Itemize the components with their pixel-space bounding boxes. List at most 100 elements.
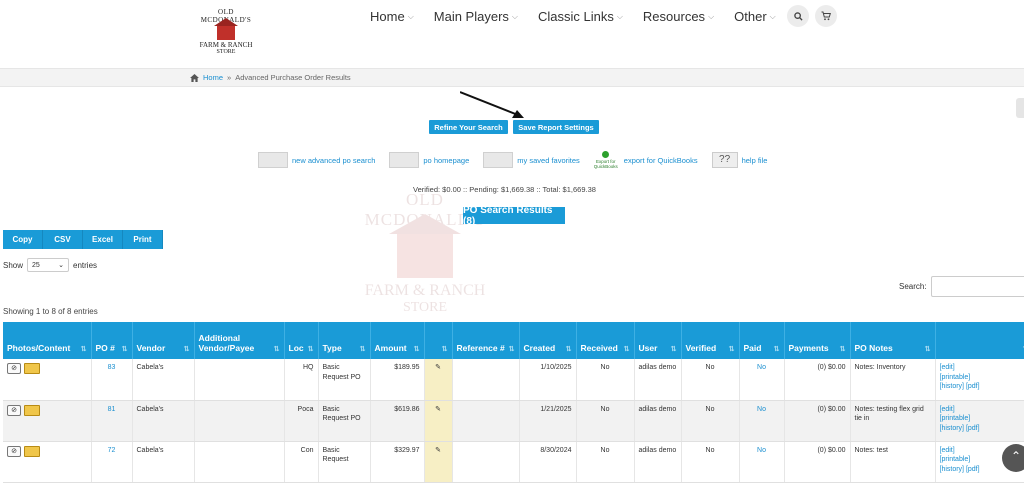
po-homepage-link[interactable]: po homepage (423, 156, 469, 165)
received-cell: No (576, 441, 634, 482)
col-user[interactable]: User⇅ (634, 322, 681, 359)
col-paid[interactable]: Paid⇅ (739, 322, 784, 359)
logo-text-middle: FARM & RANCH (196, 41, 256, 49)
po-number-link[interactable]: 83 (91, 359, 132, 400)
col-received[interactable]: Received⇅ (576, 322, 634, 359)
save-report-settings-button[interactable]: Save Report Settings (513, 120, 599, 134)
no-photo-icon[interactable]: ⊘ (7, 363, 21, 374)
nav-main-players[interactable]: Main Players⌵ (424, 9, 528, 24)
show-label: Show (3, 261, 23, 270)
amount-cell: $189.95 (370, 359, 424, 400)
paid-link[interactable]: No (739, 400, 784, 441)
print-button[interactable]: Print (123, 230, 163, 249)
new-advanced-po-search-link[interactable]: new advanced po search (292, 156, 375, 165)
col-type[interactable]: Type⇅ (318, 322, 370, 359)
scroll-to-top-button[interactable]: ⌃ (1002, 444, 1024, 472)
amount-cell: $329.97 (370, 441, 424, 482)
edit-link[interactable]: [edit] (940, 363, 1024, 373)
notes-cell: Notes: test (850, 441, 935, 482)
help-icon[interactable]: ?? (712, 152, 738, 168)
side-panel-tab[interactable] (1016, 98, 1024, 118)
export-quickbooks-link[interactable]: export for QuickBooks (624, 156, 698, 165)
loc-cell: Poca (284, 400, 318, 441)
verified-cell: No (681, 359, 739, 400)
page-length-select[interactable]: 25⌄ (27, 258, 69, 272)
po-number-link[interactable]: 72 (91, 441, 132, 482)
edit-link[interactable]: [edit] (940, 405, 1024, 415)
cart-button[interactable] (815, 5, 837, 27)
col-payments[interactable]: Payments⇅ (784, 322, 850, 359)
col-po-notes[interactable]: PO Notes⇅ (850, 322, 935, 359)
col-loc[interactable]: Loc⇅ (284, 322, 318, 359)
po-results-table: Photos/Content⇅ PO #⇅ Vendor⇅ Additional… (3, 322, 1024, 483)
nav-home[interactable]: Home⌵ (360, 9, 424, 24)
entries-label: entries (73, 261, 97, 270)
pencil-icon[interactable]: ✎ (435, 447, 441, 454)
pencil-icon[interactable]: ✎ (435, 364, 441, 371)
col-verified[interactable]: Verified⇅ (681, 322, 739, 359)
no-photo-icon[interactable]: ⊘ (7, 405, 21, 416)
barn-icon (217, 26, 235, 40)
history-pdf-link[interactable]: [history] [pdf] (940, 424, 1024, 434)
breadcrumb-home-link[interactable]: Home (203, 73, 223, 82)
verified-cell: No (681, 441, 739, 482)
copy-button[interactable]: Copy (3, 230, 43, 249)
col-reference[interactable]: Reference #⇅ (452, 322, 519, 359)
col-flag[interactable]: ⇅ (424, 322, 452, 359)
flag-cell[interactable]: ✎ (424, 441, 452, 482)
created-cell: 1/10/2025 (519, 359, 576, 400)
po-homepage-thumbnail-icon[interactable] (389, 152, 419, 168)
amount-cell: $619.86 (370, 400, 424, 441)
export-toolbar: Copy CSV Excel Print (3, 230, 163, 249)
vendor-cell: Cabela's (132, 441, 194, 482)
new-search-thumbnail-icon[interactable] (258, 152, 288, 168)
po-number-link[interactable]: 81 (91, 400, 132, 441)
pencil-icon[interactable]: ✎ (435, 406, 441, 413)
quickbooks-icon[interactable]: Export for QuickBooks (594, 151, 618, 169)
excel-button[interactable]: Excel (83, 230, 123, 249)
saved-favorites-link[interactable]: my saved favorites (517, 156, 580, 165)
history-pdf-link[interactable]: [history] [pdf] (940, 382, 1024, 392)
loc-cell: HQ (284, 359, 318, 400)
chevron-down-icon: ⌵ (512, 12, 518, 22)
nav-other[interactable]: Other⌵ (724, 9, 786, 24)
folder-icon[interactable] (24, 446, 40, 457)
col-vendor[interactable]: Vendor⇅ (132, 322, 194, 359)
nav-resources[interactable]: Resources⌵ (633, 9, 724, 24)
chevron-down-icon: ⌄ (58, 261, 64, 269)
chevron-down-icon: ⌵ (770, 12, 776, 22)
chevron-down-icon: ⌵ (617, 12, 623, 22)
additional-vendor-cell (194, 359, 284, 400)
site-logo[interactable]: OLD MCDONALD'S FARM & RANCH STORE (196, 8, 256, 52)
printable-link[interactable]: [printable] (940, 373, 1024, 383)
col-created[interactable]: Created⇅ (519, 322, 576, 359)
breadcrumb-current: Advanced Purchase Order Results (235, 73, 350, 82)
additional-vendor-cell (194, 400, 284, 441)
search-button[interactable] (787, 5, 809, 27)
flag-cell[interactable]: ✎ (424, 400, 452, 441)
folder-icon[interactable] (24, 405, 40, 416)
flag-cell[interactable]: ✎ (424, 359, 452, 400)
table-header-row: Photos/Content⇅ PO #⇅ Vendor⇅ Additional… (3, 322, 1024, 359)
favorites-thumbnail-icon[interactable] (483, 152, 513, 168)
col-amount[interactable]: Amount⇅ (370, 322, 424, 359)
printable-link[interactable]: [printable] (940, 414, 1024, 424)
notes-cell: Notes: Inventory (850, 359, 935, 400)
col-additional-vendor[interactable]: Additional Vendor/Payee⇅ (194, 322, 284, 359)
col-po-number[interactable]: PO #⇅ (91, 322, 132, 359)
type-cell: Basic Request PO (318, 400, 370, 441)
nav-classic-links[interactable]: Classic Links⌵ (528, 9, 633, 24)
csv-button[interactable]: CSV (43, 230, 83, 249)
col-photos[interactable]: Photos/Content⇅ (3, 322, 91, 359)
row-actions: [edit][printable][history] [pdf] (935, 359, 1024, 400)
table-info: Showing 1 to 8 of 8 entries (3, 307, 98, 316)
paid-link[interactable]: No (739, 441, 784, 482)
paid-link[interactable]: No (739, 359, 784, 400)
search-input[interactable] (931, 276, 1024, 297)
refine-search-button[interactable]: Refine Your Search (429, 120, 508, 134)
no-photo-icon[interactable]: ⊘ (7, 446, 21, 457)
home-icon (190, 74, 199, 82)
folder-icon[interactable] (24, 363, 40, 374)
col-actions[interactable]: ⇅ (935, 322, 1024, 359)
help-file-link[interactable]: help file (742, 156, 768, 165)
